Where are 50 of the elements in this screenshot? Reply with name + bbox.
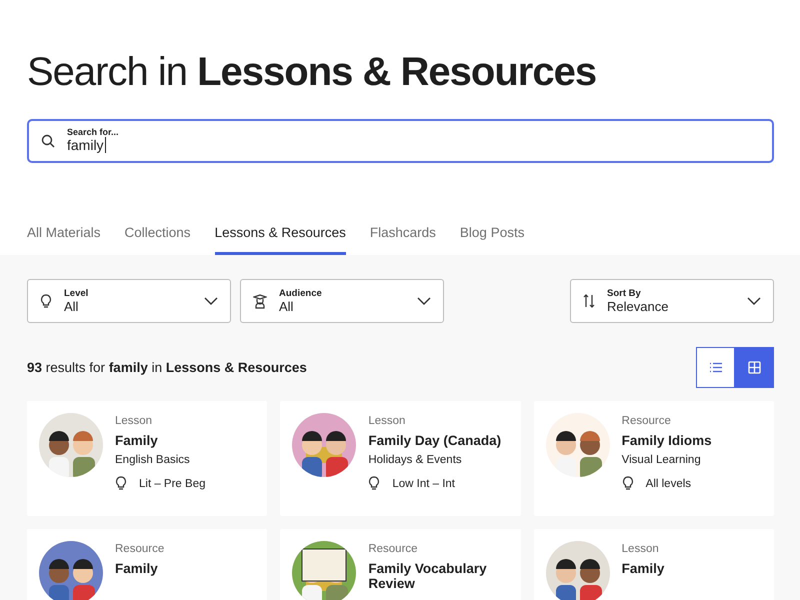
lesson-card[interactable]: Resource Family	[27, 529, 268, 600]
lesson-card[interactable]: Lesson Family	[534, 529, 774, 600]
card-type: Resource	[115, 543, 164, 555]
sort-icon	[583, 294, 595, 308]
chevron-down-icon	[417, 297, 431, 305]
card-title: Family	[622, 561, 664, 576]
card-subtitle: Visual Learning	[622, 454, 702, 466]
card-type: Resource	[368, 543, 419, 555]
lesson-card[interactable]: Resource Family Idioms Visual Learning All levels	[534, 401, 774, 516]
card-title: Family Day (Canada)	[368, 433, 502, 448]
search-value: family	[67, 137, 106, 153]
card-type: Lesson	[115, 415, 154, 427]
grid-view-button[interactable]	[735, 347, 774, 388]
tab[interactable]: Flashcards	[370, 225, 436, 255]
filter-dropdown[interactable]: Level All	[27, 279, 231, 323]
lightbulb-icon	[115, 476, 127, 491]
tab[interactable]: All Materials	[27, 225, 101, 255]
card-subtitle: Holidays & Events	[368, 454, 463, 466]
search-label: Search for...	[67, 127, 119, 137]
filter-dropdown[interactable]: Audience All	[240, 279, 444, 323]
tab[interactable]: Collections	[124, 225, 191, 255]
lightbulb-icon	[368, 476, 380, 491]
lightbulb-icon	[622, 476, 634, 491]
chevron-down-icon	[747, 297, 761, 305]
search-icon	[41, 134, 55, 148]
card-title: Family	[115, 433, 159, 448]
page-title: Search in Lessons & Resources	[27, 50, 598, 95]
card-level: Lit – Pre Beg	[139, 478, 206, 490]
card-level: Low Int – Int	[392, 478, 455, 490]
card-type: Lesson	[368, 415, 406, 427]
search-field[interactable]: Search for... family	[27, 119, 774, 163]
card-title: Family Idioms	[622, 433, 712, 448]
tab[interactable]: Blog Posts	[460, 225, 524, 255]
card-type: Resource	[622, 415, 672, 427]
chevron-down-icon	[204, 297, 218, 305]
card-title: Family	[115, 561, 159, 576]
lesson-card[interactable]: Lesson Family Day (Canada) Holidays & Events Low Int – Int	[280, 401, 521, 516]
card-title: Family Vocabulary Review	[368, 561, 488, 591]
lesson-card[interactable]: Resource Family Vocabulary Review	[280, 529, 521, 600]
card-type: Lesson	[622, 543, 660, 555]
card-subtitle: English Basics	[115, 454, 191, 466]
sort-dropdown[interactable]: Sort By Relevance	[570, 279, 774, 323]
lightbulb-icon	[40, 294, 52, 308]
graduate-icon	[253, 294, 267, 308]
lesson-card[interactable]: Lesson Family English Basics Lit – Pre Beg	[27, 401, 268, 516]
card-level: All levels	[646, 478, 692, 490]
results-count: 93 results for family in Lessons & Resources	[27, 360, 307, 375]
list-view-button[interactable]	[696, 347, 735, 388]
grid-icon	[748, 361, 761, 374]
list-icon	[708, 362, 722, 373]
